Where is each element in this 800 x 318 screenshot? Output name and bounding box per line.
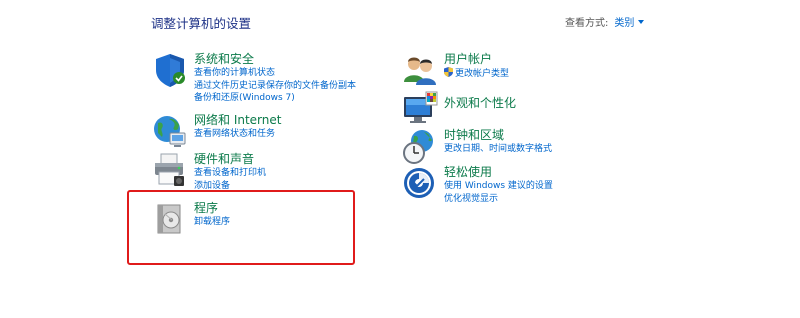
category-title-appearance[interactable]: 外观和个性化	[444, 96, 516, 111]
clock-globe-icon[interactable]	[402, 128, 438, 164]
link-backup-restore[interactable]: 备份和还原(Windows 7)	[194, 92, 356, 105]
link-file-history[interactable]: 通过文件历史记录保存你的文件备份副本	[194, 80, 356, 93]
category-title-clock[interactable]: 时钟和区域	[444, 128, 552, 143]
page-title: 调整计算机的设置	[151, 16, 252, 31]
view-by-label: 查看方式:	[565, 18, 609, 29]
users-icon[interactable]	[402, 52, 438, 88]
link-recommended-settings[interactable]: 使用 Windows 建议的设置	[444, 180, 553, 193]
chevron-down-icon	[638, 20, 645, 24]
view-by-dropdown[interactable]: 类别	[614, 14, 645, 29]
link-network-status[interactable]: 查看网络状态和任务	[194, 128, 281, 141]
printer-icon[interactable]	[152, 152, 188, 188]
view-by: 查看方式: 类别	[565, 14, 645, 29]
link-optimize-visual-display[interactable]: 优化视觉显示	[444, 193, 553, 206]
link-devices-printers[interactable]: 查看设备和打印机	[194, 167, 266, 180]
uac-shield-icon	[444, 67, 453, 77]
link-view-computer-status[interactable]: 查看你的计算机状态	[194, 67, 356, 80]
category-title-network[interactable]: 网络和 Internet	[194, 113, 281, 128]
link-change-account-type-label: 更改帐户类型	[455, 69, 510, 79]
programs-highlight-box	[127, 190, 355, 265]
globe-network-icon[interactable]	[152, 113, 188, 149]
category-title-system[interactable]: 系统和安全	[194, 52, 356, 67]
category-title-ease[interactable]: 轻松使用	[444, 165, 553, 180]
display-personalization-icon[interactable]	[402, 91, 438, 127]
view-by-value: 类别	[614, 18, 635, 29]
link-change-date-time-format[interactable]: 更改日期、时间或数字格式	[444, 143, 552, 156]
ease-of-access-icon[interactable]	[402, 165, 438, 201]
category-title-users[interactable]: 用户帐户	[444, 52, 509, 67]
link-change-account-type[interactable]: 更改帐户类型	[444, 67, 509, 81]
shield-icon[interactable]	[152, 52, 188, 88]
category-title-hardware[interactable]: 硬件和声音	[194, 152, 266, 167]
